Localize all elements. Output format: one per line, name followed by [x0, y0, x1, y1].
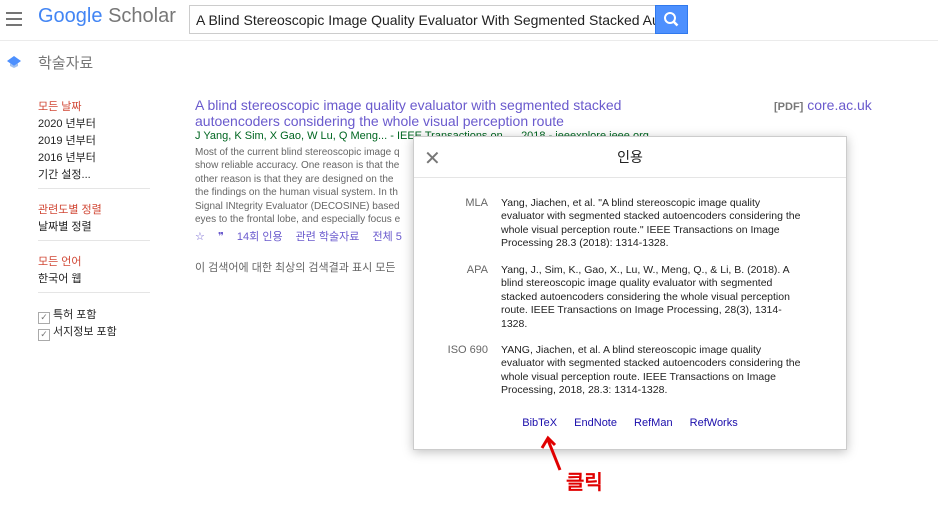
- sidebar-divider: [38, 188, 150, 189]
- filter-korean-web[interactable]: 한국어 웹: [38, 270, 82, 286]
- pdf-link[interactable]: [PDF] core.ac.uk: [774, 97, 872, 113]
- citation-line: evaluator with segmented stacked autoenc…: [501, 210, 801, 223]
- filter-since-2020[interactable]: 2020 년부터: [38, 115, 96, 131]
- related-articles-link[interactable]: 관련 학술자료: [296, 231, 360, 243]
- result-title-line1: A blind stereoscopic image quality evalu…: [195, 97, 622, 113]
- citation-line: stacked autoencoders considering the who…: [501, 290, 790, 303]
- checkmark-icon: ✓: [38, 329, 50, 341]
- filter-since-2016[interactable]: 2016 년부터: [38, 149, 96, 165]
- snippet-line: Signal INtegrity Evaluator (DECOSINE) ba…: [195, 200, 400, 212]
- cite-style-apa: APA: [466, 264, 488, 276]
- export-links: BibTeX EndNote RefMan RefWorks: [414, 417, 846, 429]
- search-button[interactable]: [655, 5, 688, 34]
- menu-icon[interactable]: [6, 12, 22, 26]
- sidebar-divider: [38, 292, 150, 293]
- endnote-link[interactable]: EndNote: [574, 417, 617, 429]
- search-input[interactable]: A Blind Stereoscopic Image Quality Evalu…: [189, 5, 655, 34]
- snippet-line: show reliable accuracy. One reason is th…: [195, 160, 400, 172]
- citation-line: blind stereoscopic image quality evaluat…: [501, 277, 773, 290]
- section-title: 학술자료: [38, 55, 94, 72]
- sort-by-date[interactable]: 날짜별 정렬: [38, 218, 92, 234]
- citation-iso690[interactable]: YANG, Jiachen, et al. A blind stereoscop…: [501, 344, 816, 398]
- cite-dialog: ✕ 인용 MLA Yang, Jiachen, et al. "A blind …: [413, 136, 847, 450]
- logo-google: Google: [38, 5, 103, 27]
- filter-any-language[interactable]: 모든 언어: [38, 253, 82, 269]
- include-patents-label: 특허 포함: [53, 309, 97, 321]
- result-snippet: Most of the current blind stereoscopic i…: [195, 146, 425, 226]
- filter-any-date[interactable]: 모든 날짜: [38, 98, 82, 114]
- refman-link[interactable]: RefMan: [634, 417, 673, 429]
- citation-line: whole visual perception route." IEEE Tra…: [501, 223, 780, 236]
- citation-line: Processing 28.3 (2018): 1314-1328.: [501, 237, 669, 250]
- citation-line: whole visual perception route. IEEE Tran…: [501, 370, 776, 383]
- best-results-note: 이 검색어에 대한 최상의 검색결과 표시 모든: [195, 262, 396, 274]
- cite-quote-icon[interactable]: ❞: [218, 231, 224, 243]
- citation-line: 1328.: [501, 317, 528, 330]
- dialog-header: ✕ 인용: [414, 137, 846, 178]
- filter-since-2019[interactable]: 2019 년부터: [38, 132, 96, 148]
- click-annotation: 클릭: [566, 472, 603, 494]
- red-arrow-icon: [540, 435, 562, 471]
- citation-apa[interactable]: Yang, J., Sim, K., Gao, X., Lu, W., Meng…: [501, 264, 816, 331]
- citation-line: route. IEEE Transactions on Image Proces…: [501, 304, 782, 317]
- citation-line: Processing, 2018, 28.3: 1314-1328.: [501, 384, 668, 397]
- filter-custom-range[interactable]: 기간 설정...: [38, 166, 91, 182]
- include-citations-label: 서지정보 포함: [53, 326, 117, 338]
- snippet-line: Most of the current blind stereoscopic i…: [195, 147, 400, 158]
- dialog-title: 인용: [617, 149, 643, 165]
- pdf-tag: [PDF]: [774, 101, 804, 113]
- result-actions: ☆ ❞ 14회 인용 관련 학술자료 전체 5: [195, 228, 412, 244]
- cite-style-iso690: ISO 690: [447, 344, 488, 356]
- header-divider: [0, 40, 938, 41]
- sort-by-relevance[interactable]: 관련도별 정렬: [38, 201, 102, 217]
- citation-line: YANG, Jiachen, et al. A blind stereoscop…: [501, 344, 762, 356]
- search-icon: [664, 12, 679, 27]
- pdf-source: core.ac.uk: [807, 97, 872, 113]
- snippet-line: the findings on the human visual system.…: [195, 187, 398, 199]
- citation-line: evaluator with segmented stacked autoenc…: [501, 357, 801, 370]
- snippet-line: eyes to the frontal lobe, and especially…: [195, 214, 401, 226]
- citation-line: Yang, J., Sim, K., Gao, X., Lu, W., Meng…: [501, 264, 790, 276]
- bibtex-link[interactable]: BibTeX: [522, 417, 557, 429]
- sidebar-divider: [38, 240, 150, 241]
- cited-by-link[interactable]: 14회 인용: [237, 231, 283, 243]
- citation-line: Yang, Jiachen, et al. "A blind stereosco…: [501, 197, 761, 209]
- cite-style-mla: MLA: [465, 197, 488, 209]
- include-citations-checkbox[interactable]: ✓ 서지정보 포함: [38, 323, 117, 341]
- refworks-link[interactable]: RefWorks: [690, 417, 738, 429]
- all-versions-link[interactable]: 전체 5: [372, 231, 401, 243]
- logo-scholar: Scholar: [108, 5, 176, 27]
- citation-mla[interactable]: Yang, Jiachen, et al. "A blind stereosco…: [501, 197, 816, 251]
- google-scholar-logo[interactable]: Google Scholar: [38, 5, 176, 28]
- snippet-line: other reason is that they are designed o…: [195, 173, 394, 185]
- result-title-link[interactable]: A blind stereoscopic image quality evalu…: [195, 97, 645, 129]
- scholar-cap-icon: [7, 56, 21, 68]
- include-patents-checkbox[interactable]: ✓ 특허 포함: [38, 306, 97, 324]
- result-title-line2: autoencoders considering the whole visua…: [195, 113, 564, 129]
- save-star-icon[interactable]: ☆: [195, 231, 205, 243]
